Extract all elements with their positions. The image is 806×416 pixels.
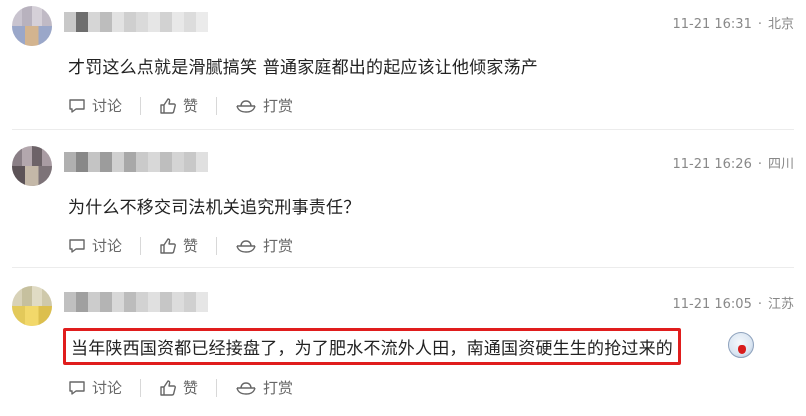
action-divider bbox=[216, 96, 218, 115]
comment-bubble-icon bbox=[69, 98, 85, 113]
avatar[interactable] bbox=[12, 146, 52, 186]
gold-ingot-icon bbox=[236, 99, 256, 113]
like-button[interactable]: 赞 bbox=[159, 95, 198, 116]
tip-label: 打赏 bbox=[263, 97, 294, 115]
comment-bubble-icon bbox=[69, 380, 85, 395]
tip-label: 打赏 bbox=[263, 237, 294, 255]
avatar[interactable] bbox=[12, 286, 52, 326]
like-button[interactable]: 赞 bbox=[159, 377, 198, 398]
comment-item: 11-21 16:31 · 北京 才罚这么点就是滑腻搞笑 普通家庭都出的起应该让他倾… bbox=[0, 0, 806, 130]
avatar[interactable] bbox=[12, 6, 52, 46]
tip-button[interactable]: 打赏 bbox=[235, 95, 293, 116]
discuss-label: 讨论 bbox=[92, 97, 123, 115]
username-blurred[interactable] bbox=[64, 12, 208, 32]
comment-item: 11-21 16:26 · 四川 为什么不移交司法机关追究刑事责任？ 讨论 赞 打赏 bbox=[0, 130, 806, 268]
action-divider bbox=[140, 96, 142, 115]
thumbs-up-icon bbox=[160, 379, 176, 396]
comment-text: 为什么不移交司法机关追究刑事责任？ bbox=[68, 198, 361, 218]
comment-item: 11-21 16:05 · 江苏 当年陕西国资都已经接盘了，为了肥水不流外人田，南通… bbox=[0, 268, 806, 416]
comment-text: 才罚这么点就是滑腻搞笑 普通家庭都出的起应该让他倾家荡产 bbox=[68, 58, 539, 78]
thumbs-up-icon bbox=[160, 97, 176, 114]
discuss-button[interactable]: 讨论 bbox=[68, 377, 122, 398]
comment-actions: 讨论 赞 打赏 bbox=[68, 235, 293, 256]
discuss-label: 讨论 bbox=[92, 379, 123, 397]
thumbs-up-icon bbox=[160, 237, 176, 254]
tip-button[interactable]: 打赏 bbox=[235, 235, 293, 256]
comment-meta: 11-21 16:31 · 北京 bbox=[672, 17, 794, 32]
comment-location: 北京 bbox=[767, 17, 794, 32]
username-blurred[interactable] bbox=[64, 292, 208, 312]
like-label: 赞 bbox=[183, 97, 199, 115]
discuss-button[interactable]: 讨论 bbox=[68, 235, 122, 256]
discuss-label: 讨论 bbox=[92, 237, 123, 255]
comment-actions: 讨论 赞 打赏 bbox=[68, 95, 293, 116]
gold-ingot-icon bbox=[236, 239, 256, 253]
crying-face-emoji-icon bbox=[728, 332, 754, 358]
tip-label: 打赏 bbox=[263, 379, 294, 397]
comment-location: 四川 bbox=[767, 157, 794, 172]
action-divider bbox=[216, 236, 218, 255]
like-label: 赞 bbox=[183, 379, 199, 397]
comment-meta: 11-21 16:05 · 江苏 bbox=[672, 297, 794, 312]
like-button[interactable]: 赞 bbox=[159, 235, 198, 256]
gold-ingot-icon bbox=[236, 381, 256, 395]
username-blurred[interactable] bbox=[64, 152, 208, 172]
like-label: 赞 bbox=[183, 237, 199, 255]
comment-meta: 11-21 16:26 · 四川 bbox=[672, 157, 794, 172]
action-divider bbox=[140, 378, 142, 397]
action-divider bbox=[216, 378, 218, 397]
action-divider bbox=[140, 236, 142, 255]
tip-button[interactable]: 打赏 bbox=[235, 377, 293, 398]
highlighted-comment-text: 当年陕西国资都已经接盘了，为了肥水不流外人田，南通国资硬生生的抢过来的 bbox=[63, 328, 681, 365]
comment-actions: 讨论 赞 打赏 bbox=[68, 377, 293, 398]
comment-time: 11-21 16:26 bbox=[672, 157, 752, 172]
discuss-button[interactable]: 讨论 bbox=[68, 95, 122, 116]
comment-time: 11-21 16:31 bbox=[672, 17, 752, 32]
comment-bubble-icon bbox=[69, 238, 85, 253]
comment-time: 11-21 16:05 bbox=[672, 297, 752, 312]
comment-location: 江苏 bbox=[767, 297, 794, 312]
